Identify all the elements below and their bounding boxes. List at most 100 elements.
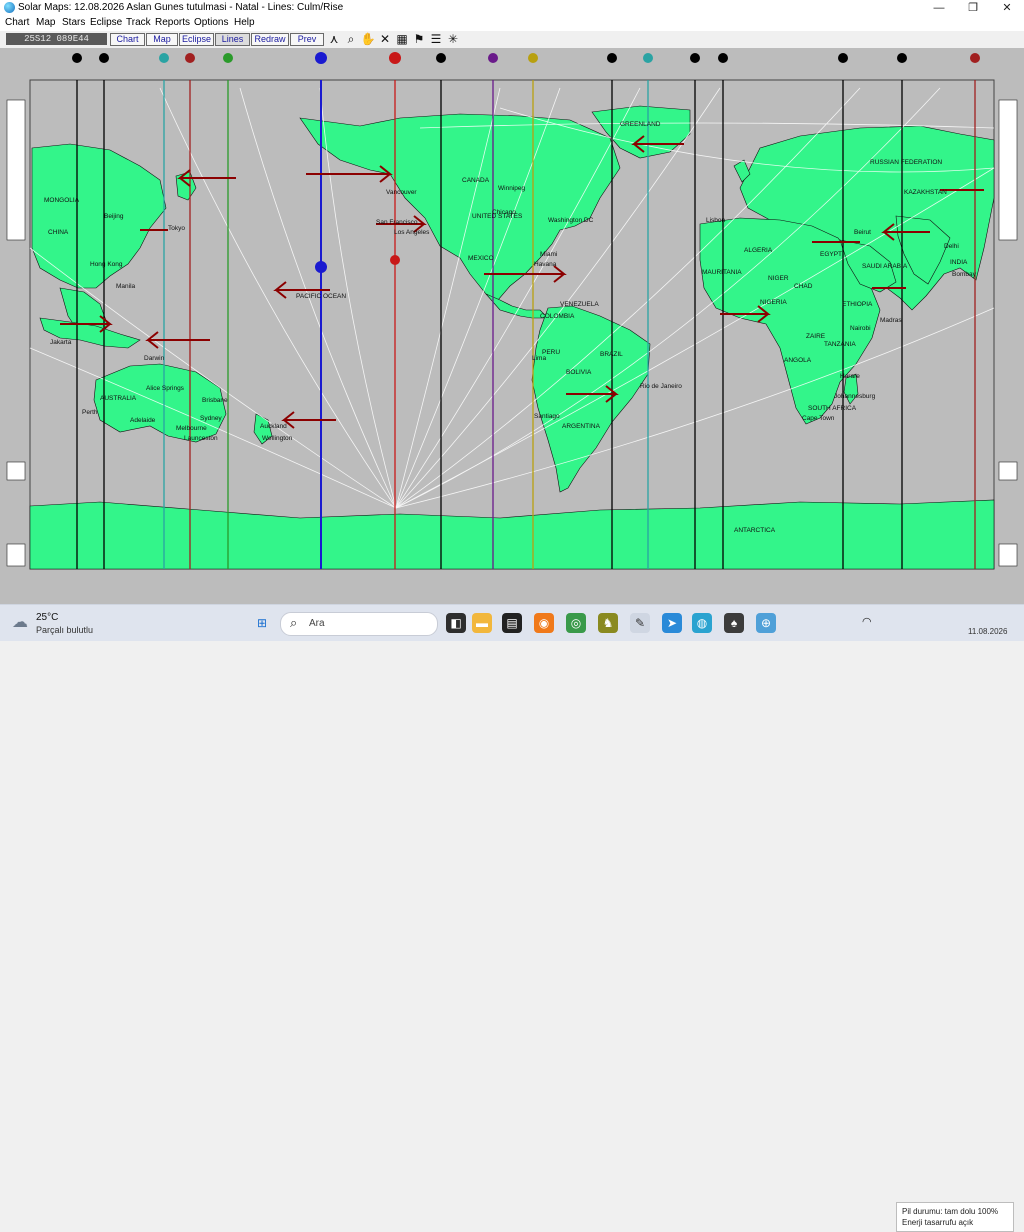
- maximize-button[interactable]: ❐: [956, 0, 990, 16]
- menu-options[interactable]: Options: [194, 17, 228, 28]
- place-label: Miami: [540, 251, 557, 258]
- place-label: SOUTH AFRICA: [808, 405, 857, 412]
- prev-button[interactable]: Prev: [290, 33, 324, 46]
- game-icon[interactable]: ♞: [598, 613, 618, 633]
- energy-saver-status: Enerji tasarrufu açık: [902, 1218, 974, 1227]
- minimize-button[interactable]: —: [922, 0, 956, 16]
- cross-icon[interactable]: ✳: [445, 31, 461, 47]
- world-map[interactable]: MONGOLIA CHINA Beijing Tokyo Hong Kong M…: [0, 48, 1024, 604]
- place-label: CHAD: [794, 283, 813, 290]
- hand-icon[interactable]: ✋: [360, 31, 376, 47]
- place-label: Johannesburg: [834, 393, 876, 400]
- map-button[interactable]: Map: [146, 33, 178, 46]
- place-label: SAUDI ARABIA: [862, 263, 908, 270]
- globe-icon[interactable]: ⊕: [756, 613, 776, 633]
- terminal-icon[interactable]: ▤: [502, 613, 522, 633]
- place-label: ARGENTINA: [562, 423, 601, 430]
- place-label: Brisbane: [202, 397, 228, 404]
- place-label: Rio de Janeiro: [640, 383, 682, 390]
- marker-1: [72, 53, 82, 63]
- marker-4: [185, 53, 195, 63]
- place-label: Winnipeg: [498, 185, 525, 192]
- battery-status: Pil durumu: tam dolu 100%: [902, 1207, 999, 1216]
- chrome-icon[interactable]: ◎: [566, 613, 586, 633]
- wifi-icon[interactable]: ◠: [862, 615, 872, 628]
- close-button[interactable]: ✕: [990, 0, 1024, 16]
- place-label: EGYPT: [820, 251, 842, 258]
- battery-tooltip: Pil durumu: tam dolu 100% Enerji tasarru…: [896, 1202, 1014, 1232]
- place-label: Wellington: [262, 435, 293, 442]
- menu-eclipse[interactable]: Eclipse: [90, 17, 122, 28]
- place-label: PACIFIC OCEAN: [296, 293, 346, 300]
- zoom-icon[interactable]: ⌕: [343, 31, 359, 47]
- cards-icon[interactable]: ♠: [724, 613, 744, 633]
- folder-icon[interactable]: ▬: [472, 613, 492, 633]
- place-label: Lisbon: [706, 217, 726, 224]
- place-label: Launceston: [184, 435, 218, 442]
- menu-stars[interactable]: Stars: [62, 17, 85, 28]
- menu-bar: Chart Map Stars Eclipse Track Reports Op…: [0, 16, 1024, 31]
- flag-icon[interactable]: ⚑: [411, 31, 427, 47]
- task-view-icon[interactable]: ◧: [446, 613, 466, 633]
- left-glyph-bottom-2: [6, 543, 26, 567]
- place-label: ZAIRE: [806, 333, 826, 340]
- chart-button[interactable]: Chart: [110, 33, 145, 46]
- place-label: AUSTRALIA: [100, 395, 137, 402]
- eclipse-button[interactable]: Eclipse: [179, 33, 214, 46]
- coordinate-readout: 25S12 089E44: [6, 33, 107, 45]
- place-label: Bombay: [952, 271, 977, 278]
- marker-11: [607, 53, 617, 63]
- place-label: Melbourne: [176, 425, 207, 432]
- marker-mars: [389, 52, 401, 64]
- place-label: Auckland: [260, 423, 287, 430]
- cloud-icon: ☁: [12, 614, 28, 631]
- place-label: COLOMBIA: [540, 313, 575, 320]
- no-lines-icon[interactable]: ✕: [377, 31, 393, 47]
- world-map-panel[interactable]: MONGOLIA CHINA Beijing Tokyo Hong Kong M…: [0, 48, 1024, 604]
- place-label: NIGERIA: [760, 299, 787, 306]
- place-label: Delhi: [944, 243, 959, 250]
- left-glyph-column-top: [6, 99, 26, 241]
- place-label: ANTARCTICA: [734, 527, 776, 534]
- app-globe-icon: [4, 2, 15, 13]
- notepad-icon[interactable]: ✎: [630, 613, 650, 633]
- place-label: Cape Town: [802, 415, 835, 422]
- place-label: BOLIVIA: [566, 369, 592, 376]
- marker-16: [897, 53, 907, 63]
- place-label: CHINA: [48, 229, 69, 236]
- search-input[interactable]: ⌕ Ara: [280, 612, 438, 636]
- place-label: Hong Kong: [90, 261, 123, 268]
- grid-icon[interactable]: ▦: [394, 31, 410, 47]
- start-icon[interactable]: ⊞: [252, 613, 272, 633]
- clock[interactable]: 11.08.2026: [968, 627, 1007, 636]
- menu-reports[interactable]: Reports: [155, 17, 190, 28]
- weather-condition: Parçalı bulutlu: [36, 625, 94, 635]
- figure-icon[interactable]: ⋏: [326, 31, 342, 47]
- place-label: CANADA: [462, 177, 490, 184]
- menu-map[interactable]: Map: [36, 17, 55, 28]
- lines-button[interactable]: Lines: [215, 33, 250, 46]
- place-label: INDIA: [950, 259, 968, 266]
- firefox-icon[interactable]: ◉: [534, 613, 554, 633]
- menu-track[interactable]: Track: [126, 17, 151, 28]
- solar-maps-icon[interactable]: ◍: [692, 613, 712, 633]
- marker-14: [718, 53, 728, 63]
- marker-2: [99, 53, 109, 63]
- redraw-button[interactable]: Redraw: [251, 33, 289, 46]
- place-label: Lima: [532, 355, 546, 362]
- weather-widget[interactable]: ☁ 25°C Parçalı bulutlu: [12, 610, 122, 638]
- menu-help[interactable]: Help: [234, 17, 255, 28]
- place-label: Beirut: [854, 229, 871, 236]
- marker-17: [970, 53, 980, 63]
- place-label: Perth: [82, 409, 98, 416]
- place-label: Manila: [116, 283, 136, 290]
- mars-position: [390, 255, 400, 265]
- taskbar: ☁ 25°C Parçalı bulutlu ⊞ ⌕ Ara ◧ ▬ ▤ ◉ ◎…: [0, 604, 1024, 1232]
- left-glyph-bottom-1: [6, 461, 26, 481]
- telegram-icon[interactable]: ➤: [662, 613, 682, 633]
- list-icon[interactable]: ☰: [428, 31, 444, 47]
- place-label: Madras: [880, 317, 902, 324]
- place-label: Chicago: [492, 209, 516, 216]
- menu-chart[interactable]: Chart: [5, 17, 29, 28]
- place-label: TANZANIA: [824, 341, 856, 348]
